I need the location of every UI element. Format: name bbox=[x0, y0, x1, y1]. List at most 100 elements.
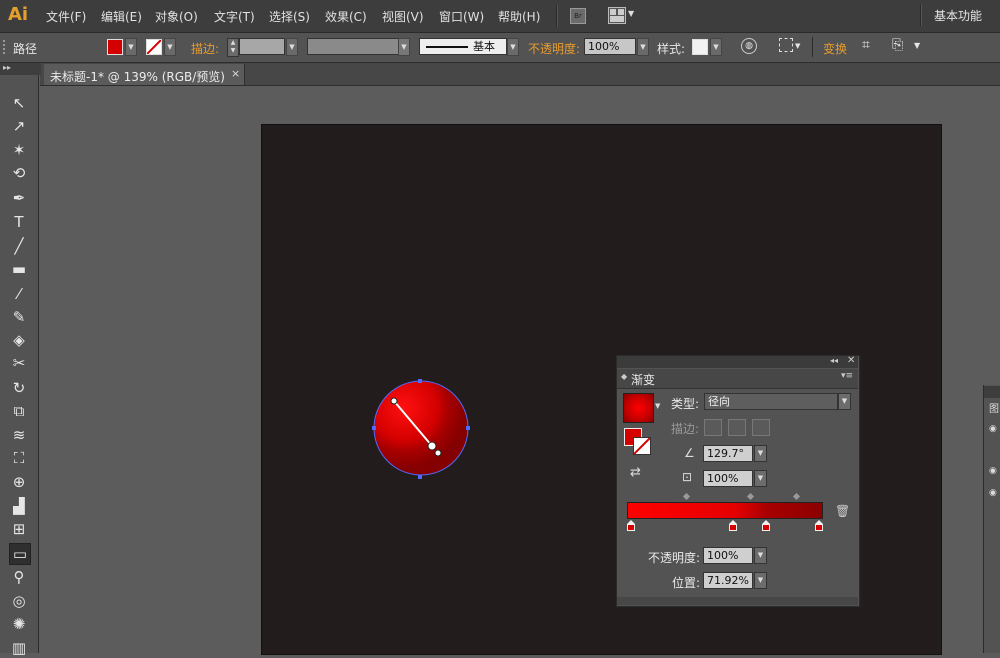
stroke-indicator[interactable] bbox=[633, 437, 651, 455]
stroke-weight-stepper[interactable]: ▲ ▼ bbox=[227, 38, 239, 57]
shape-builder-tool-icon[interactable]: ⊕ bbox=[9, 472, 29, 492]
menu-view[interactable]: 视图(V) bbox=[382, 8, 424, 25]
graphic-style-swatch[interactable] bbox=[692, 39, 708, 55]
rectangle-tool-icon[interactable]: ▬ bbox=[9, 259, 29, 279]
anchor-point-right[interactable] bbox=[466, 426, 470, 430]
menu-object[interactable]: 对象(O) bbox=[155, 8, 198, 25]
symbol-sprayer-tool-icon[interactable]: ✺ bbox=[9, 614, 29, 634]
menu-effect[interactable]: 效果(C) bbox=[325, 8, 367, 25]
scissors-tool-icon[interactable]: ✂ bbox=[9, 353, 29, 373]
magic-wand-tool-icon[interactable]: ✶ bbox=[9, 140, 29, 160]
variable-width-profile[interactable] bbox=[307, 38, 407, 55]
opacity-input[interactable]: 100% bbox=[584, 38, 636, 55]
visibility-eye-icon[interactable]: ◉ bbox=[989, 424, 997, 434]
workspace-switcher[interactable]: 基本功能 bbox=[934, 7, 982, 24]
close-panel-icon[interactable]: ✕ bbox=[847, 355, 855, 366]
stop-location-input[interactable]: 71.92% bbox=[703, 572, 753, 589]
control-menu-dropdown-icon[interactable]: ▼ bbox=[914, 41, 920, 50]
paintbrush-tool-icon[interactable]: ⁄ bbox=[9, 284, 29, 304]
panel-resize-grip[interactable] bbox=[617, 597, 858, 605]
aspect-ratio-input[interactable]: 100% bbox=[703, 470, 753, 487]
rotate-tool-icon[interactable]: ↻ bbox=[9, 378, 29, 398]
pencil-tool-icon[interactable]: ✎ bbox=[9, 307, 29, 327]
gradient-type-dropdown[interactable]: ▼ bbox=[838, 393, 851, 410]
stop-location-dropdown[interactable]: ▼ bbox=[754, 572, 767, 589]
direct-selection-tool-icon[interactable]: ↗ bbox=[9, 116, 29, 136]
align-dropdown-icon[interactable]: ▼ bbox=[795, 42, 800, 50]
isolate-icon[interactable]: ⌗ bbox=[862, 37, 870, 53]
variable-width-dropdown[interactable]: ▼ bbox=[398, 38, 410, 56]
scale-tool-icon[interactable]: ⧉ bbox=[9, 401, 29, 421]
brush-definition[interactable]: 基本 bbox=[419, 38, 507, 55]
blend-tool-icon[interactable]: ◎ bbox=[9, 591, 29, 611]
gradient-panel-header[interactable] bbox=[617, 356, 858, 368]
anchor-point-left[interactable] bbox=[372, 426, 376, 430]
menu-type[interactable]: 文字(T) bbox=[214, 8, 255, 25]
gradient-tool-icon[interactable]: ▭ bbox=[9, 543, 31, 565]
column-graph-tool-icon[interactable]: ▥ bbox=[9, 638, 29, 658]
anchor-point-bottom[interactable] bbox=[418, 475, 422, 479]
angle-input[interactable]: 129.7° bbox=[703, 445, 753, 462]
blob-brush-tool-icon[interactable]: ◈ bbox=[9, 330, 29, 350]
gradient-stop[interactable] bbox=[728, 520, 737, 531]
panel-menu-icon[interactable]: ▾≡ bbox=[841, 371, 853, 381]
angle-dropdown[interactable]: ▼ bbox=[754, 445, 767, 462]
visibility-eye-icon-2[interactable]: ◉ bbox=[989, 466, 997, 476]
gradient-slider[interactable] bbox=[627, 502, 823, 519]
dock-header[interactable] bbox=[984, 386, 1000, 398]
stroke-along-icon[interactable] bbox=[728, 419, 746, 436]
stroke-swatch[interactable] bbox=[146, 39, 162, 55]
stop-opacity-dropdown[interactable]: ▼ bbox=[754, 547, 767, 564]
gradient-stop-handle[interactable] bbox=[427, 441, 437, 451]
gradient-preset-dropdown-icon[interactable]: ▼ bbox=[655, 402, 660, 410]
selection-tool-icon[interactable]: ↖ bbox=[9, 93, 29, 113]
eyedropper-tool-icon[interactable]: ⚲ bbox=[9, 567, 29, 587]
stop-opacity-input[interactable]: 100% bbox=[703, 547, 753, 564]
gradient-stop[interactable] bbox=[627, 520, 635, 531]
close-tab-icon[interactable]: × bbox=[231, 67, 240, 80]
mesh-tool-icon[interactable]: ⊞ bbox=[9, 519, 29, 539]
delete-stop-icon[interactable]: 🗑 bbox=[835, 504, 850, 518]
menu-file[interactable]: 文件(F) bbox=[46, 8, 86, 25]
gradient-stop[interactable] bbox=[815, 520, 823, 531]
fill-dropdown[interactable]: ▼ bbox=[125, 38, 137, 56]
gradient-stop[interactable] bbox=[762, 520, 771, 531]
panel-expand-icon[interactable]: ◆ bbox=[621, 372, 627, 381]
recolor-artwork-icon[interactable]: ◍ bbox=[741, 38, 757, 54]
stroke-weight-input[interactable] bbox=[239, 38, 285, 55]
reverse-gradient-icon[interactable]: ⇄ bbox=[630, 465, 641, 480]
anchor-point-top[interactable] bbox=[418, 379, 422, 383]
free-transform-tool-icon[interactable]: ⛶ bbox=[9, 448, 29, 468]
opacity-dropdown[interactable]: ▼ bbox=[637, 38, 649, 56]
menu-edit[interactable]: 编辑(E) bbox=[101, 8, 142, 25]
menu-help[interactable]: 帮助(H) bbox=[498, 8, 540, 25]
stroke-across-icon[interactable] bbox=[752, 419, 770, 436]
type-tool-icon[interactable]: T bbox=[9, 212, 29, 232]
stroke-dropdown[interactable]: ▼ bbox=[164, 38, 176, 56]
transform-link[interactable]: 变换 bbox=[823, 40, 847, 57]
gradient-end-handle[interactable] bbox=[434, 449, 442, 457]
layers-tab-label[interactable]: 图 bbox=[989, 400, 999, 415]
aspect-ratio-dropdown[interactable]: ▼ bbox=[754, 470, 767, 487]
pen-tool-icon[interactable]: ✒ bbox=[9, 188, 29, 208]
stroke-within-icon[interactable] bbox=[704, 419, 722, 436]
fill-swatch[interactable] bbox=[107, 39, 123, 55]
opacity-label[interactable]: 不透明度: bbox=[528, 40, 580, 57]
gradient-preview-swatch[interactable] bbox=[623, 393, 654, 423]
panel-options-icon[interactable]: ⎘ bbox=[892, 37, 903, 53]
collapse-panel-icon[interactable]: ◂◂ bbox=[830, 356, 838, 365]
brush-dropdown[interactable]: ▼ bbox=[507, 38, 519, 56]
stroke-weight-dropdown[interactable]: ▼ bbox=[286, 38, 298, 56]
stroke-weight-label[interactable]: 描边: bbox=[191, 40, 219, 57]
toolbox-collapse-icon[interactable]: ▸▸ bbox=[0, 63, 41, 75]
gradient-origin-handle[interactable] bbox=[390, 397, 398, 405]
line-tool-icon[interactable]: ╱ bbox=[9, 236, 29, 256]
warp-tool-icon[interactable]: ≋ bbox=[9, 425, 29, 445]
control-bar-grip[interactable] bbox=[3, 40, 7, 54]
menu-window[interactable]: 窗口(W) bbox=[439, 8, 484, 25]
align-icon[interactable] bbox=[779, 38, 793, 52]
radial-gradient-circle[interactable] bbox=[366, 374, 476, 484]
lasso-tool-icon[interactable]: ⟲ bbox=[9, 163, 29, 183]
graphic-style-dropdown[interactable]: ▼ bbox=[710, 38, 722, 56]
gradient-type-select[interactable]: 径向 bbox=[704, 393, 838, 410]
